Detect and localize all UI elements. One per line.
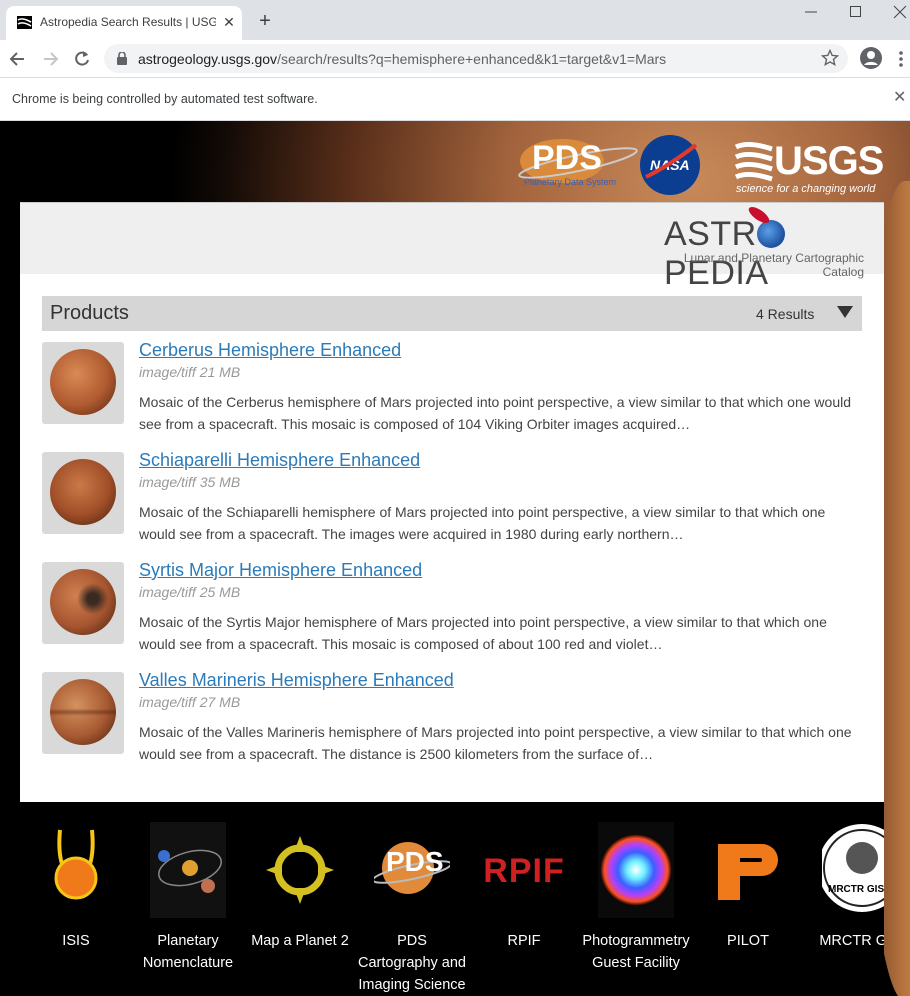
agency-logos: PDS Planetary Data System NASA USGS scie… — [510, 129, 890, 199]
footer-link-mrctr[interactable]: MRCTR GIS MRCTR GIS — [804, 822, 884, 992]
profile-avatar-icon[interactable] — [860, 47, 882, 69]
result-description: Mosaic of the Valles Marineris hemispher… — [139, 724, 852, 762]
mrctr-gis-icon — [822, 824, 884, 912]
result-description: Mosaic of the Syrtis Major hemisphere of… — [139, 614, 827, 652]
result-thumbnail[interactable] — [42, 672, 124, 754]
result-title-link[interactable]: Schiaparelli Hemisphere Enhanced — [139, 450, 420, 471]
usgs-tagline: science for a changing world — [736, 183, 876, 195]
pilot-icon — [718, 844, 778, 900]
usgs-logo-text: USGS — [774, 139, 884, 183]
browser-tabstrip: Astropedia Search Results | USGS ✕ + — [0, 0, 910, 40]
reload-icon[interactable] — [72, 49, 92, 69]
result-item: Cerberus Hemisphere Enhanced image/tiff … — [42, 340, 862, 442]
footer-link-label: ISIS — [62, 933, 90, 949]
footer-link-pds[interactable]: PDS PDS Cartography and Imaging Science — [356, 822, 468, 993]
pds-icon-text: PDS — [386, 846, 444, 877]
url-text: astrogeology.usgs.gov/search/results?q=h… — [138, 51, 667, 67]
mars-thumbnail-icon — [50, 679, 116, 745]
infobar-message: Chrome is being controlled by automated … — [12, 92, 318, 106]
result-meta: image/tiff 35 MB — [139, 474, 241, 490]
back-arrow-icon[interactable] — [8, 49, 28, 69]
footer-link-map-a-planet[interactable]: Map a Planet 2 — [244, 822, 356, 992]
footer-link-photogrammetry[interactable]: Photogrammetry Guest Facility — [580, 822, 692, 992]
footer-link-isis[interactable]: ISIS — [20, 822, 132, 992]
result-title-link[interactable]: Valles Marineris Hemisphere Enhanced — [139, 670, 454, 691]
rpif-icon: RPIF — [483, 852, 565, 890]
nasa-swoosh-icon — [645, 143, 698, 179]
result-description: Mosaic of the Cerberus hemisphere of Mar… — [139, 394, 852, 432]
browser-menu-icon[interactable] — [897, 50, 905, 68]
mars-thumbnail-icon — [50, 459, 116, 525]
footer-link-label: Planetary Nomenclature — [142, 933, 234, 971]
result-item: Valles Marineris Hemisphere Enhanced ima… — [42, 670, 862, 772]
page-background: PDS Planetary Data System NASA USGS scie… — [0, 121, 910, 996]
usgs-favicon-icon — [17, 16, 32, 29]
result-description: Mosaic of the Schiaparelli hemisphere of… — [139, 504, 826, 542]
usgs-wave-icon — [734, 141, 773, 182]
forward-arrow-icon[interactable] — [40, 49, 60, 69]
nomenclature-icon — [150, 822, 226, 918]
astropedia-globe-icon — [756, 220, 785, 248]
nasa-logo[interactable]: NASA — [640, 135, 700, 195]
result-thumbnail[interactable] — [42, 452, 124, 534]
result-title-link[interactable]: Cerberus Hemisphere Enhanced — [139, 340, 401, 361]
isis-icon — [54, 829, 98, 900]
window-close-icon[interactable] — [893, 5, 907, 19]
footer-link-label: PILOT — [727, 933, 769, 949]
result-title-link[interactable]: Syrtis Major Hemisphere Enhanced — [139, 560, 422, 581]
footer-link-label: PDS Cartography and Imaging Science — [357, 933, 466, 993]
pds-logo-text: PDS — [532, 139, 602, 177]
result-meta: image/tiff 27 MB — [139, 694, 241, 710]
result-item: Schiaparelli Hemisphere Enhanced image/t… — [42, 450, 862, 552]
footer-link-label: Photogrammetry Guest Facility — [582, 933, 690, 971]
maximize-icon[interactable] — [849, 5, 863, 19]
result-meta: image/tiff 25 MB — [139, 584, 241, 600]
content-panel: ASTRPEDIA Lunar and Planetary Cartograph… — [20, 202, 884, 802]
browser-tab[interactable]: Astropedia Search Results | USGS ✕ — [6, 6, 242, 40]
footer-link-label: MRCTR GIS — [819, 933, 884, 949]
footer-link-pilot[interactable]: PILOT — [692, 822, 804, 992]
footer-link-label: Map a Planet 2 — [251, 933, 349, 949]
result-thumbnail[interactable] — [42, 342, 124, 424]
pds-logo-subtext: Planetary Data System — [524, 177, 617, 187]
tab-close-icon[interactable]: ✕ — [221, 14, 237, 30]
mrctr-icon-text: MRCTR GIS — [828, 884, 884, 895]
products-header[interactable]: Products 4 Results — [42, 296, 862, 331]
infobar-close-icon[interactable]: ✕ — [893, 90, 907, 106]
result-thumbnail[interactable] — [42, 562, 124, 644]
automation-infobar: Chrome is being controlled by automated … — [0, 77, 910, 121]
photogrammetry-icon — [598, 822, 674, 918]
astropedia-subtitle: Lunar and Planetary Cartographic Catalog — [683, 251, 864, 279]
browser-toolbar: astrogeology.usgs.gov/search/results?q=h… — [0, 40, 910, 77]
address-bar[interactable]: astrogeology.usgs.gov/search/results?q=h… — [104, 44, 848, 73]
footer-links: ISIS Planetary Nomenclature Map a Planet… — [20, 802, 884, 996]
footer-link-nomenclature[interactable]: Planetary Nomenclature — [132, 822, 244, 992]
lock-icon — [117, 52, 127, 65]
new-tab-icon[interactable]: + — [256, 11, 274, 31]
results-count: 4 Results — [756, 306, 815, 322]
bookmark-star-icon[interactable] — [821, 49, 839, 67]
astropedia-header: ASTRPEDIA Lunar and Planetary Cartograph… — [20, 202, 884, 292]
products-title: Products — [50, 302, 129, 324]
usgs-logo[interactable]: USGS science for a changing world — [734, 137, 884, 197]
collapse-triangle-icon[interactable] — [837, 306, 853, 318]
tab-title: Astropedia Search Results | USGS — [40, 15, 216, 29]
footer-link-rpif[interactable]: RPIF RPIF — [468, 822, 580, 992]
footer-link-label: RPIF — [507, 933, 541, 949]
pds-logo[interactable]: PDS Planetary Data System — [516, 133, 646, 197]
minimize-icon[interactable] — [804, 5, 818, 19]
result-item: Syrtis Major Hemisphere Enhanced image/t… — [42, 560, 862, 662]
mars-thumbnail-icon — [50, 569, 116, 635]
map-a-planet-icon — [266, 836, 334, 904]
mars-thumbnail-icon — [50, 349, 116, 415]
result-meta: image/tiff 21 MB — [139, 364, 241, 380]
